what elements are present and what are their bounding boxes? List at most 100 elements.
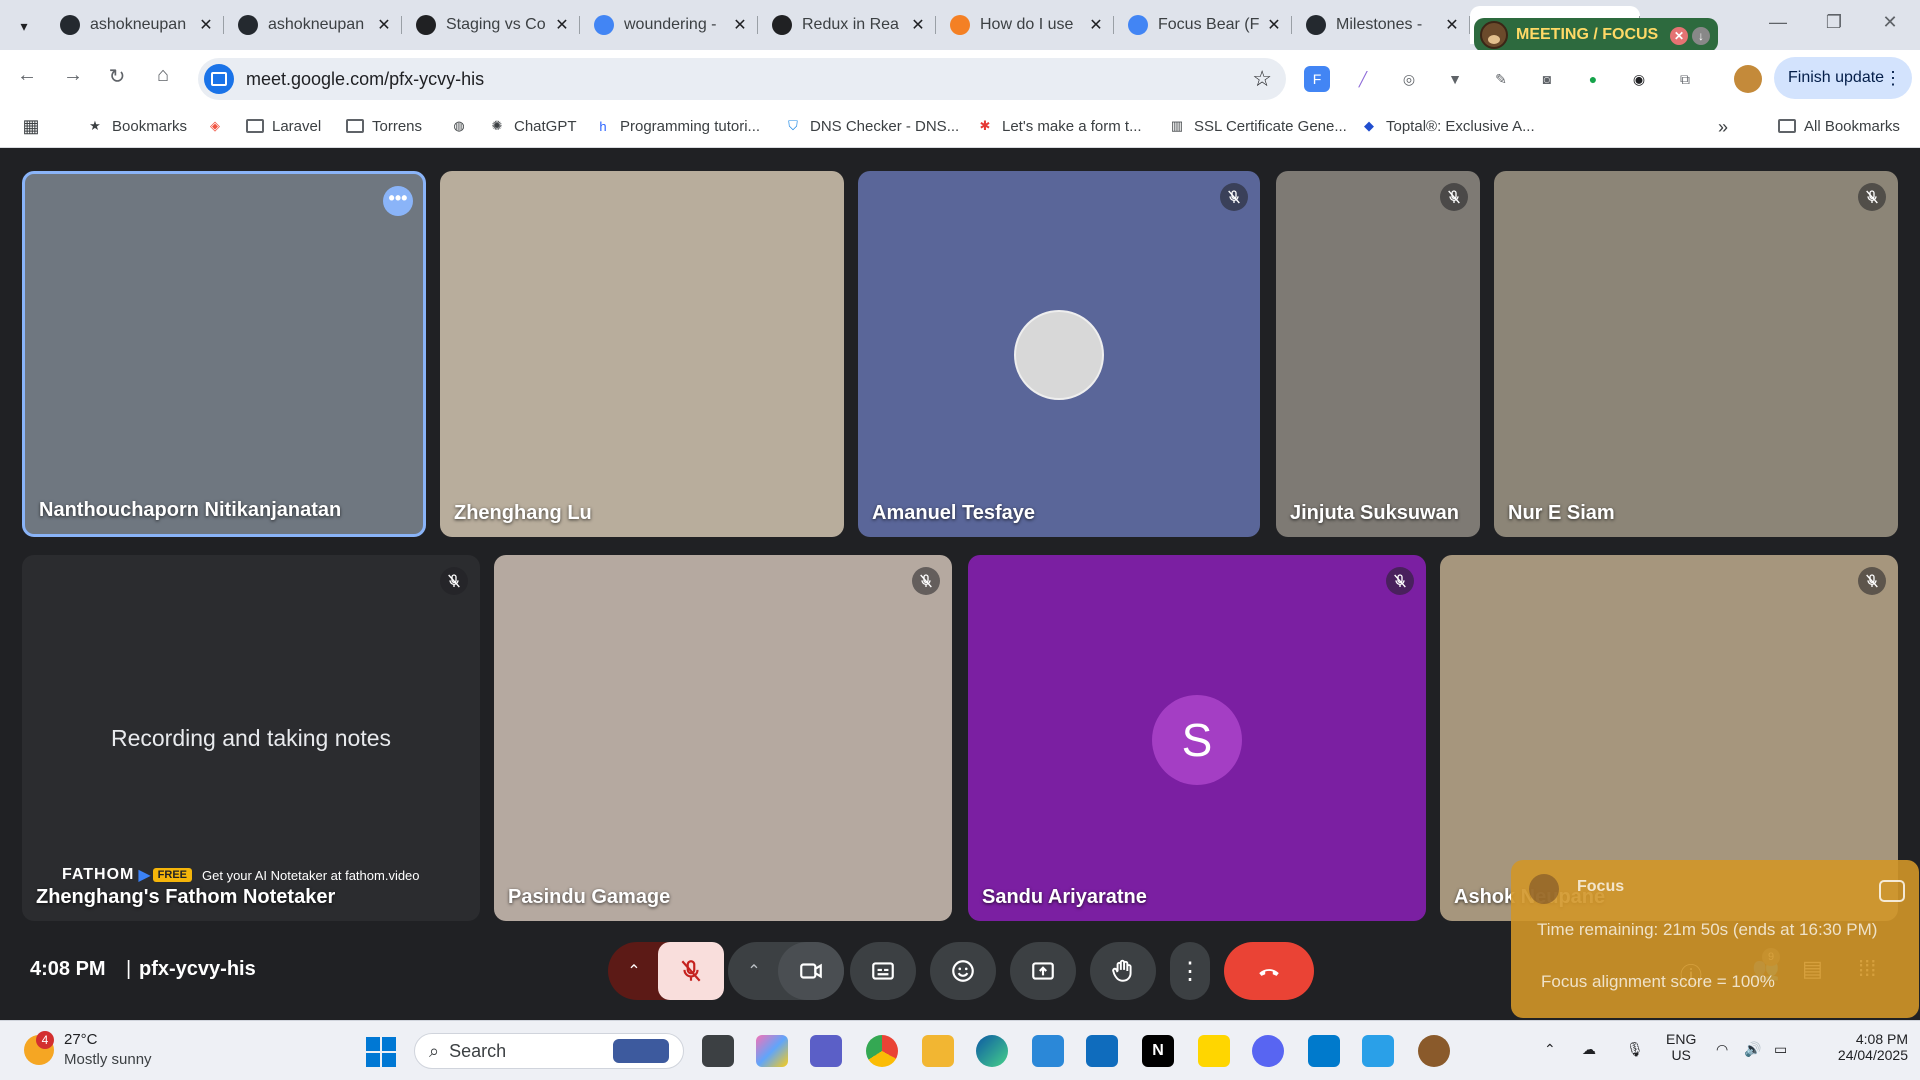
wifi-icon[interactable]: ◠ bbox=[1716, 1041, 1728, 1058]
leave-call-button[interactable] bbox=[1224, 942, 1314, 1000]
bookmark-3[interactable]: Torrens bbox=[346, 117, 422, 135]
edge-icon[interactable] bbox=[976, 1035, 1008, 1067]
extensions-puzzle-icon[interactable]: ⧉ bbox=[1672, 66, 1698, 92]
all-bookmarks-button[interactable]: All Bookmarks bbox=[1778, 117, 1900, 135]
teams-icon[interactable] bbox=[810, 1035, 842, 1067]
tab-3[interactable]: woundering - ✕ bbox=[580, 6, 758, 44]
camera-toggle-button[interactable] bbox=[778, 942, 844, 1000]
bookmark-4[interactable]: ◍ bbox=[450, 117, 476, 135]
forward-icon[interactable]: → bbox=[58, 64, 88, 87]
vscode-icon[interactable] bbox=[1308, 1035, 1340, 1067]
tab-close-icon[interactable]: ✕ bbox=[910, 15, 926, 35]
bookmarks-overflow-icon[interactable]: » bbox=[1718, 117, 1728, 138]
bookmark-10[interactable]: ◆ Toptal®: Exclusive A... bbox=[1360, 117, 1535, 135]
participant-tile-zhenghang-lu[interactable]: Zhenghang Lu bbox=[440, 171, 844, 537]
system-clock[interactable]: 4:08 PM 24/04/2025 bbox=[1812, 1031, 1908, 1063]
extension-icon-picker[interactable]: ✎ bbox=[1488, 66, 1514, 92]
home-icon[interactable]: ⌂ bbox=[148, 64, 178, 87]
address-bar[interactable]: meet.google.com/pfx-ycvy-his ☆ bbox=[198, 58, 1286, 100]
restore-icon[interactable]: ❐ bbox=[1822, 12, 1846, 33]
finish-update-button[interactable]: Finish update ⋮ bbox=[1774, 57, 1912, 99]
bookmark-9[interactable]: ▥ SSL Certificate Gene... bbox=[1168, 117, 1347, 135]
weather-temp[interactable]: 27°C bbox=[64, 1031, 98, 1048]
tab-close-icon[interactable]: ✕ bbox=[732, 15, 748, 35]
task-view-icon[interactable] bbox=[702, 1035, 734, 1067]
language-indicator[interactable]: ENG US bbox=[1666, 1031, 1696, 1063]
close-window-icon[interactable]: ✕ bbox=[1878, 12, 1902, 33]
picture-in-picture-icon[interactable] bbox=[1879, 880, 1905, 902]
arrow-down-icon[interactable]: ↓ bbox=[1692, 27, 1710, 45]
microphone-icon[interactable]: 🎙 bbox=[1626, 1041, 1644, 1058]
tab-2[interactable]: Staging vs Co ✕ bbox=[402, 6, 580, 44]
taskbar-search[interactable]: ⌕ Search bbox=[414, 1033, 684, 1069]
tab-0[interactable]: ashokneupan ✕ bbox=[46, 6, 224, 44]
participant-tile-pasindu-gamage[interactable]: Pasindu Gamage bbox=[494, 555, 952, 921]
mail-icon[interactable] bbox=[1032, 1035, 1064, 1067]
raise-hand-button[interactable] bbox=[1090, 942, 1156, 1000]
bookmark-8[interactable]: ✱ Let's make a form t... bbox=[976, 117, 1142, 135]
bookmark-6[interactable]: h Programming tutori... bbox=[594, 117, 760, 135]
windows-start-icon[interactable] bbox=[366, 1037, 396, 1067]
tab-1[interactable]: ashokneupan ✕ bbox=[224, 6, 402, 44]
bookmark-star-icon[interactable]: ☆ bbox=[1252, 66, 1272, 92]
back-icon[interactable]: ← bbox=[12, 64, 42, 87]
tab-6[interactable]: Focus Bear (F ✕ bbox=[1114, 6, 1292, 44]
mic-options-chevron-icon[interactable]: ⌃ bbox=[608, 942, 660, 1000]
tab-close-icon[interactable]: ✕ bbox=[1266, 15, 1282, 35]
tab-close-icon[interactable]: ✕ bbox=[554, 15, 570, 35]
participant-tile-nur-e-siam[interactable]: Nur E Siam bbox=[1494, 171, 1898, 537]
onedrive-icon[interactable]: ☁ bbox=[1582, 1041, 1596, 1058]
participant-tile-nanthouchaporn-nitikanjanatan[interactable]: Nanthouchaporn Nitikanjanatan ••• bbox=[22, 171, 426, 537]
meet-site-icon[interactable] bbox=[204, 64, 234, 94]
bookmark-2[interactable]: Laravel bbox=[246, 117, 321, 135]
tab-close-icon[interactable]: ✕ bbox=[198, 15, 214, 35]
extension-icon-vee[interactable]: ▼ bbox=[1442, 66, 1468, 92]
camera-options-chevron-icon[interactable]: ⌃ bbox=[728, 942, 780, 1000]
extension-icon-circle[interactable]: ◉ bbox=[1626, 66, 1652, 92]
more-options-icon[interactable]: ••• bbox=[383, 186, 413, 216]
app-icon-blue[interactable] bbox=[1362, 1035, 1394, 1067]
tab-4[interactable]: Redux in Rea ✕ bbox=[758, 6, 936, 44]
chevron-up-icon[interactable]: ⌃ bbox=[1544, 1041, 1556, 1058]
close-icon[interactable]: ✕ bbox=[1670, 27, 1688, 45]
battery-icon[interactable]: ▭ bbox=[1774, 1041, 1787, 1058]
tab-search-button[interactable]: ▾ bbox=[10, 12, 38, 40]
tab-5[interactable]: How do I use ✕ bbox=[936, 6, 1114, 44]
participant-tile-jinjuta-suksuwan[interactable]: Jinjuta Suksuwan bbox=[1276, 171, 1480, 537]
tab-7[interactable]: Milestones - ✕ bbox=[1292, 6, 1470, 44]
focus-bear-extension-pill[interactable]: MEETING / FOCUS ✕ ↓ bbox=[1474, 18, 1718, 52]
bookmark-1[interactable]: ◈ bbox=[206, 117, 232, 135]
bookmark-7[interactable]: ⛉ DNS Checker - DNS... bbox=[784, 117, 959, 135]
reactions-button[interactable] bbox=[930, 942, 996, 1000]
volume-icon[interactable]: 🔊 bbox=[1744, 1041, 1761, 1058]
tab-close-icon[interactable]: ✕ bbox=[1088, 15, 1104, 35]
notion-icon[interactable]: N bbox=[1142, 1035, 1174, 1067]
extension-icon-fl[interactable]: F bbox=[1304, 66, 1330, 92]
tab-close-icon[interactable]: ✕ bbox=[376, 15, 392, 35]
profile-avatar[interactable] bbox=[1734, 65, 1762, 93]
apps-grid-icon[interactable]: ▦ bbox=[22, 116, 48, 136]
chrome-icon[interactable] bbox=[866, 1035, 898, 1067]
minimize-icon[interactable]: — bbox=[1766, 12, 1790, 33]
url-text[interactable]: meet.google.com/pfx-ycvy-his bbox=[246, 69, 484, 90]
present-screen-button[interactable] bbox=[1010, 942, 1076, 1000]
copilot-icon[interactable] bbox=[756, 1035, 788, 1067]
focus-bear-app-icon[interactable] bbox=[1418, 1035, 1450, 1067]
grammarly-icon[interactable]: ● bbox=[1580, 66, 1606, 92]
mic-toggle-button[interactable] bbox=[658, 942, 724, 1000]
file-explorer-icon[interactable] bbox=[922, 1035, 954, 1067]
bookmark-5[interactable]: ✺ ChatGPT bbox=[488, 117, 577, 135]
bookmark-0[interactable]: ★ Bookmarks bbox=[86, 117, 187, 135]
discord-icon[interactable] bbox=[1252, 1035, 1284, 1067]
tab-close-icon[interactable]: ✕ bbox=[1444, 15, 1460, 35]
reload-icon[interactable]: ↻ bbox=[102, 64, 132, 89]
focus-bear-widget[interactable]: Focus Time remaining: 21m 50s (ends at 1… bbox=[1511, 860, 1919, 1018]
extension-icon-pen[interactable]: ╱ bbox=[1350, 66, 1376, 92]
sticky-notes-icon[interactable] bbox=[1198, 1035, 1230, 1067]
extension-icon-camera[interactable]: ◙ bbox=[1534, 66, 1560, 92]
outlook-icon[interactable] bbox=[1086, 1035, 1118, 1067]
weather-desc[interactable]: Mostly sunny bbox=[64, 1051, 152, 1068]
more-options-button[interactable]: ⋮ bbox=[1170, 942, 1210, 1000]
extension-icon-dev[interactable]: ◎ bbox=[1396, 66, 1422, 92]
captions-button[interactable] bbox=[850, 942, 916, 1000]
